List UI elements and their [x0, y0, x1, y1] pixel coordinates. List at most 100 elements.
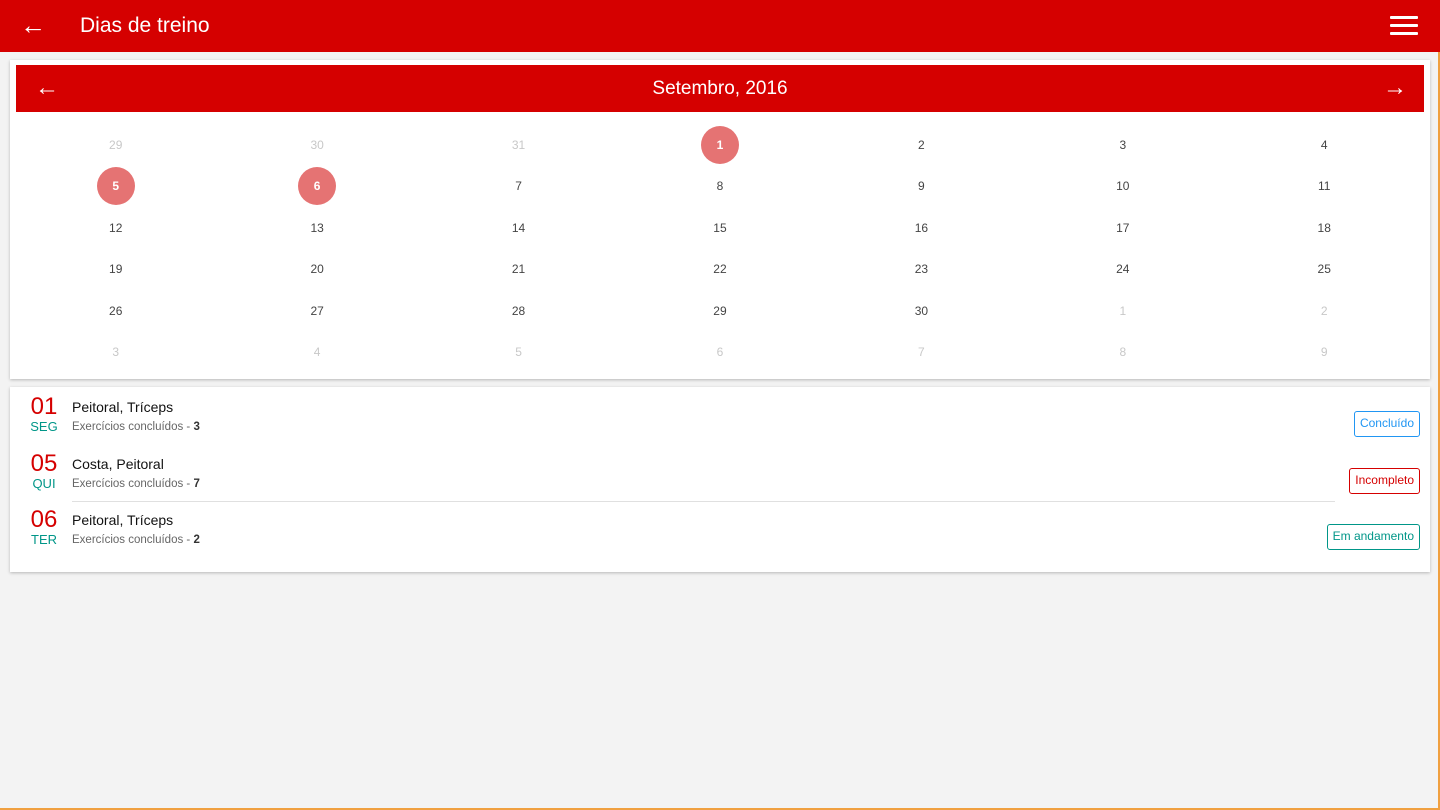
calendar-day[interactable]: 18 — [1224, 207, 1425, 249]
workout-muscles: Costa, Peitoral — [72, 456, 164, 472]
app-bar: ← Dias de treino — [0, 0, 1440, 52]
workout-exercises-summary: Exercícios concluídos - 2 — [72, 534, 200, 546]
calendar-day[interactable]: 25 — [1224, 249, 1425, 291]
exercises-count: 7 — [193, 478, 200, 490]
calendar-day[interactable]: 15 — [619, 207, 820, 249]
status-badge[interactable]: Incompleto — [1349, 468, 1420, 494]
calendar-day[interactable]: 7 — [418, 166, 619, 208]
calendar-day[interactable]: 28 — [418, 290, 619, 332]
exercises-count: 2 — [193, 534, 200, 546]
calendar-day[interactable]: 24 — [1022, 249, 1223, 291]
calendar-day-marked[interactable]: 5 — [15, 166, 216, 208]
calendar-day-number: 3 — [1119, 137, 1127, 152]
calendar-week: 19 20 21 22 23 24 25 — [15, 249, 1425, 291]
calendar-day-number: 12 — [109, 220, 123, 235]
workout-weekday: QUI — [32, 476, 56, 491]
calendar-grid: 29 30 31 1 2 3 4 5 6 7 8 9 10 11 12 13 14 15 16 17 18 19 20 21 2… — [15, 124, 1425, 373]
calendar-week: 5 6 7 8 9 10 11 — [15, 166, 1425, 208]
calendar-day[interactable]: 8 — [619, 166, 820, 208]
calendar-day[interactable]: 16 — [821, 207, 1022, 249]
status-badge[interactable]: Em andamento — [1326, 524, 1420, 550]
calendar-day[interactable]: 9 — [1224, 332, 1425, 374]
calendar-day[interactable]: 23 — [821, 249, 1022, 291]
calendar-day-number: 25 — [1317, 262, 1331, 277]
calendar-day-number: 7 — [515, 179, 522, 194]
calendar-day[interactable]: 1 — [1022, 290, 1223, 332]
exercises-label: Exercícios concluídos - — [72, 478, 194, 490]
calendar-day-number: 5 — [515, 345, 522, 360]
calendar-day[interactable]: 31 — [418, 124, 619, 166]
workout-weekday: SEG — [30, 419, 58, 434]
calendar-day[interactable]: 4 — [1224, 124, 1425, 166]
calendar-day[interactable]: 12 — [15, 207, 216, 249]
calendar-day-number: 6 — [716, 345, 724, 360]
calendar-day[interactable]: 7 — [821, 332, 1022, 374]
calendar-day-number: 10 — [1116, 179, 1130, 194]
workout-exercises-summary: Exercícios concluídos - 7 — [72, 478, 200, 490]
calendar-week: 3 4 5 6 7 8 9 — [15, 332, 1425, 374]
calendar-day[interactable]: 22 — [619, 249, 820, 291]
workout-list-item[interactable]: 05 QUI Costa, Peitoral Exercícios conclu… — [10, 446, 1430, 502]
calendar-day-number: 27 — [310, 303, 324, 318]
calendar-day-number: 19 — [109, 262, 123, 277]
exercises-label: Exercícios concluídos - — [72, 534, 194, 546]
calendar-week: 26 27 28 29 30 1 2 — [15, 290, 1425, 332]
workout-day-number: 06 — [30, 506, 58, 533]
month-label: Setembro, 2016 — [652, 78, 788, 99]
calendar-day-number: 9 — [1320, 345, 1328, 360]
calendar-day-number: 18 — [1317, 220, 1331, 235]
calendar-day-number: 3 — [112, 345, 120, 360]
calendar-day[interactable]: 21 — [418, 249, 619, 291]
calendar-day-number: 15 — [713, 220, 727, 235]
calendar-day-number: 6 — [298, 167, 337, 206]
workout-list: 01 SEG Peitoral, Tríceps Exercícios conc… — [10, 387, 1430, 572]
workout-exercises-summary: Exercícios concluídos - 3 — [72, 421, 200, 433]
calendar-day[interactable]: 8 — [1022, 332, 1223, 374]
calendar-day-number: 31 — [511, 137, 526, 152]
calendar-day-marked[interactable]: 6 — [216, 166, 417, 208]
calendar-day-number: 1 — [1119, 303, 1127, 318]
workout-day-number: 05 — [30, 450, 58, 477]
calendar-day-number: 24 — [1116, 262, 1130, 277]
calendar-day[interactable]: 3 — [1022, 124, 1223, 166]
status-badge[interactable]: Concluído — [1353, 411, 1420, 437]
next-month-icon[interactable]: → — [1382, 75, 1408, 101]
calendar-day[interactable]: 9 — [821, 166, 1022, 208]
calendar-day[interactable]: 30 — [216, 124, 417, 166]
calendar-day-number: 5 — [96, 167, 135, 206]
hamburger-menu-icon[interactable] — [1390, 16, 1418, 36]
calendar-day-number: 4 — [313, 345, 321, 360]
calendar-day[interactable]: 10 — [1022, 166, 1223, 208]
workout-list-item[interactable]: 06 TER Peitoral, Tríceps Exercícios conc… — [10, 502, 1430, 558]
calendar-day[interactable]: 11 — [1224, 166, 1425, 208]
calendar-day[interactable]: 26 — [15, 290, 216, 332]
calendar-day[interactable]: 19 — [15, 249, 216, 291]
calendar-day[interactable]: 30 — [821, 290, 1022, 332]
calendar-day-number: 2 — [1320, 303, 1328, 318]
calendar-day[interactable]: 2 — [821, 124, 1022, 166]
calendar-card: ← Setembro, 2016 → 29 30 31 1 2 3 4 5 6 7 8 9 10 11 12… — [10, 60, 1430, 379]
calendar-day[interactable]: 2 — [1224, 290, 1425, 332]
calendar-day[interactable]: 5 — [418, 332, 619, 374]
calendar-day[interactable]: 20 — [216, 249, 417, 291]
workout-day-number: 01 — [30, 393, 58, 420]
calendar-day[interactable]: 4 — [216, 332, 417, 374]
calendar-day-number: 16 — [914, 220, 929, 235]
calendar-day[interactable]: 29 — [619, 290, 820, 332]
calendar-day[interactable]: 3 — [15, 332, 216, 374]
workout-muscles: Peitoral, Tríceps — [72, 512, 174, 528]
calendar-day-number: 14 — [511, 220, 526, 235]
calendar-day[interactable]: 17 — [1022, 207, 1223, 249]
calendar-day[interactable]: 29 — [15, 124, 216, 166]
calendar-day[interactable]: 13 — [216, 207, 417, 249]
exercises-count: 3 — [193, 421, 200, 433]
calendar-day[interactable]: 27 — [216, 290, 417, 332]
workout-muscles: Peitoral, Tríceps — [72, 399, 174, 415]
calendar-day-marked[interactable]: 1 — [619, 124, 820, 166]
calendar-day[interactable]: 14 — [418, 207, 619, 249]
calendar-day[interactable]: 6 — [619, 332, 820, 374]
arrow-left-icon[interactable]: ← — [20, 12, 46, 38]
workout-list-item[interactable]: 01 SEG Peitoral, Tríceps Exercícios conc… — [10, 389, 1430, 445]
calendar-day-number: 30 — [310, 137, 324, 152]
calendar-day-number: 4 — [1320, 137, 1328, 152]
